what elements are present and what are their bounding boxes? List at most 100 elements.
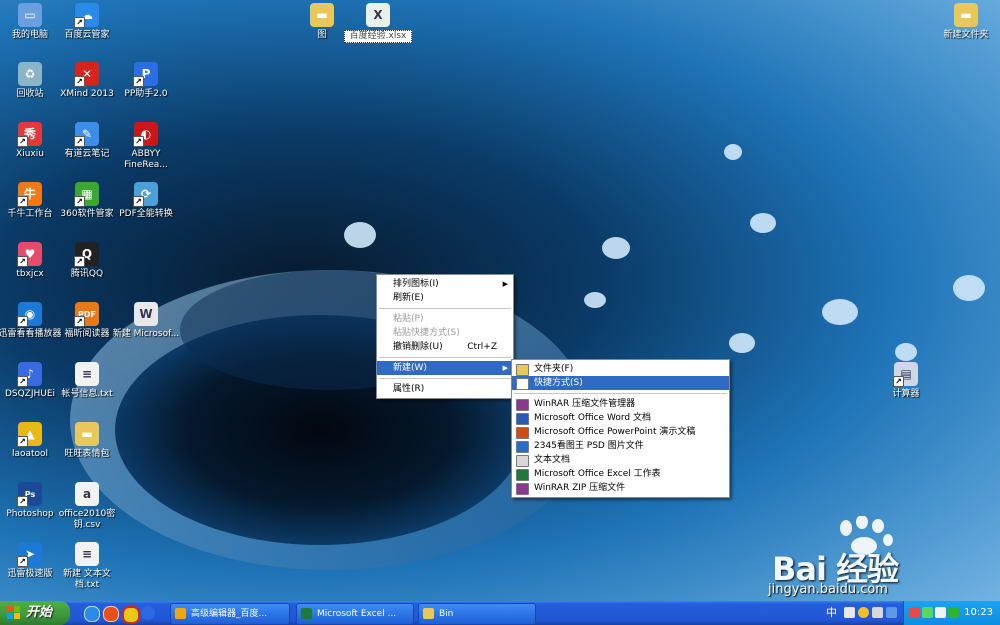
network-icon[interactable] (922, 607, 933, 618)
security-icon[interactable] (948, 607, 959, 618)
desktop-icon-label: 新建 文本文档.txt (63, 569, 111, 590)
app-icon: ♻ (18, 62, 42, 86)
menu-item[interactable]: Microsoft Office PowerPoint 演示文稿 (512, 425, 729, 439)
menu-item[interactable]: 撤销删除(U) Ctrl+Z (377, 340, 513, 354)
desktop-icon-label: 计算器 (892, 389, 920, 399)
menu-item[interactable]: 文本文档 (512, 453, 729, 467)
app-icon-glyph: X (373, 7, 383, 22)
chrome-quicklaunch-icon[interactable] (122, 606, 140, 624)
taskbar-button-label: Bin (439, 609, 454, 619)
menu-item[interactable]: 新建(W) ▶ (377, 361, 513, 375)
app-icon: ✎ ↗ (74, 122, 99, 147)
ime-soft-keyboard-icon[interactable] (872, 607, 883, 618)
desktop-icon[interactable]: ▦ ↗ 360软件管家 (53, 182, 121, 220)
qq-quicklaunch-icon[interactable] (141, 606, 155, 620)
volume-icon[interactable] (935, 607, 946, 618)
shortcut-arrow-icon: ↗ (17, 496, 28, 507)
app-icon: ➤ ↗ (17, 542, 42, 567)
app-icon: 秀 ↗ (17, 122, 42, 147)
desktop-icon[interactable]: ≡ 帐号信息.txt (53, 362, 121, 400)
menu-item[interactable]: WinRAR 压缩文件管理器 (512, 397, 729, 411)
desktop-icon[interactable]: W 新建 Microsof... (112, 302, 180, 340)
new-submenu: 文件夹(F) 快捷方式(S) WinRAR 压缩文件管理器 Microsoft Off… (511, 359, 730, 498)
menu-item[interactable]: 快捷方式(S) (512, 376, 729, 390)
app-icon: W (134, 302, 158, 326)
clock[interactable]: 10:23 (964, 601, 993, 625)
desktop-icon[interactable]: X 百度经验.xlsx (344, 3, 412, 43)
keyboard-icon[interactable] (844, 607, 855, 618)
app-icon: ✕ ↗ (74, 62, 99, 87)
desktop-icon-label: ABBYY FineRea... (124, 149, 168, 170)
menu-item-label: 刷新(E) (393, 293, 424, 303)
app-icon: ▬ (75, 422, 99, 446)
app-icon-glyph: ▭ (24, 7, 36, 22)
ime-indicator[interactable]: 中 (826, 601, 837, 625)
menu-item[interactable]: 粘贴快捷方式(S) (377, 326, 513, 340)
app-icon: ▤ ↗ (893, 362, 918, 387)
menu-item[interactable]: 属性(R) (377, 382, 513, 396)
shortcut-arrow-icon: ↗ (17, 556, 28, 567)
shortcut-icon (516, 378, 529, 390)
menu-item[interactable]: 刷新(E) (377, 291, 513, 305)
menu-item[interactable]: Microsoft Office Excel 工作表 (512, 467, 729, 481)
shortcut-arrow-icon: ↗ (17, 436, 28, 447)
app-icon: Ps ↗ (17, 482, 42, 507)
menu-item[interactable]: 排列图标(I) ▶ (377, 277, 513, 291)
ie-quicklaunch-icon[interactable] (84, 606, 100, 622)
windows-flag-icon (7, 606, 20, 619)
desktop-icon[interactable]: ◐ ↗ ABBYY FineRea... (112, 122, 180, 171)
menu-shortcut: Ctrl+Z (467, 342, 497, 352)
taskbar-button[interactable]: Microsoft Excel ... (296, 603, 414, 625)
app-icon: PDF ↗ (74, 302, 99, 327)
desktop-icon[interactable]: ☁ ↗ 百度云管家 (53, 3, 121, 41)
desktop-icon[interactable]: ≡ 新建 文本文档.txt (53, 542, 121, 591)
shortcut-arrow-icon: ↗ (74, 76, 85, 87)
menu-item-label: 快捷方式(S) (534, 378, 583, 388)
desktop-icon-label: 旺旺表情包 (64, 449, 110, 459)
browser-quicklaunch-icon[interactable] (103, 606, 119, 622)
desktop-icon[interactable]: ✕ ↗ XMind 2013 (53, 62, 121, 100)
menu-item[interactable]: Microsoft Office Word 文档 (512, 411, 729, 425)
desktop-icon[interactable]: ▤ ↗ 计算器 (872, 362, 940, 400)
app-icon: ≡ (75, 362, 99, 386)
app-icon: ▲ ↗ (17, 422, 42, 447)
menu-item[interactable]: WinRAR ZIP 压缩文件 (512, 481, 729, 495)
watermark-site: jingyan.baidu.com (768, 582, 888, 597)
desktop-icon-label: 有道云笔记 (64, 149, 110, 159)
app-icon: P ↗ (133, 62, 158, 87)
text-file-icon (516, 455, 529, 467)
ime-punctuation-icon[interactable] (858, 607, 869, 618)
menu-item-label: 排列图标(I) (393, 279, 439, 289)
menu-item[interactable]: 粘贴(P) (377, 312, 513, 326)
desktop-icon-label: 百度经验.xlsx (344, 30, 412, 43)
ime-menu-icon[interactable] (886, 607, 897, 618)
desktop-icon-label: 帐号信息.txt (61, 389, 113, 399)
tray-app-icon[interactable] (909, 607, 920, 618)
menu-item[interactable]: 2345看图王 PSD 图片文件 (512, 439, 729, 453)
shortcut-arrow-icon: ↗ (133, 76, 144, 87)
app-icon: 牛 ↗ (17, 182, 42, 207)
menu-item-label: WinRAR ZIP 压缩文件 (534, 483, 626, 493)
desktop-icon[interactable]: ⟳ ↗ PDF全能转换 (112, 182, 180, 220)
shortcut-arrow-icon: ↗ (74, 316, 85, 327)
desktop-icon[interactable]: PDF ↗ 福昕阅读器 (53, 302, 121, 340)
app-icon: Q ↗ (74, 242, 99, 267)
menu-item[interactable]: 文件夹(F) (512, 362, 729, 376)
taskbar-button[interactable]: Bin (418, 603, 536, 625)
desktop-icon[interactable]: ✎ ↗ 有道云笔记 (53, 122, 121, 160)
desktop-icon[interactable]: a office2010密钥.csv (53, 482, 121, 531)
desktop-icon[interactable]: ▬ 新建文件夹 (932, 3, 1000, 41)
desktop-icon-label: office2010密钥.csv (58, 509, 116, 530)
taskbar-button[interactable]: 高级编辑器_百度... (170, 603, 290, 625)
app-icon-glyph: a (82, 486, 92, 501)
app-icon-glyph: ≡ (81, 546, 93, 561)
desktop-icon[interactable]: Q ↗ 腾讯QQ (53, 242, 121, 280)
submenu-arrow-icon: ▶ (502, 364, 508, 372)
start-button[interactable]: 开始 (0, 601, 70, 625)
desktop-icon[interactable]: ▬ 旺旺表情包 (53, 422, 121, 460)
app-icon-glyph: ≡ (81, 366, 93, 381)
desktop-icon[interactable]: P ↗ PP助手2.0 (112, 62, 180, 100)
desktop-context-menu: 排列图标(I) ▶ 刷新(E) 粘贴(P) 粘贴快捷方式(S) 撤销删除(U) Ctrl+Z… (376, 274, 514, 399)
shortcut-arrow-icon: ↗ (133, 196, 144, 207)
app-icon: ▬ (954, 3, 978, 27)
